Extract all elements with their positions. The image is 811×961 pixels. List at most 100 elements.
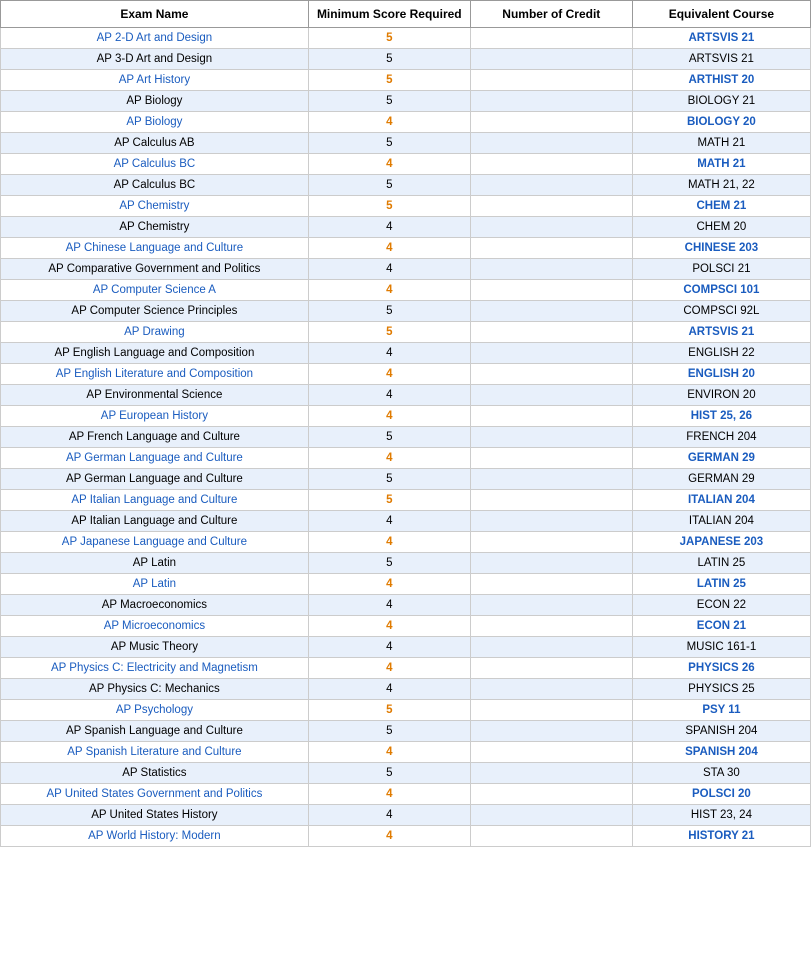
num-credit-cell <box>470 490 632 511</box>
exam-link[interactable]: AP Japanese Language and Culture <box>62 536 247 548</box>
num-credit-cell <box>470 343 632 364</box>
min-score-cell: 4 <box>308 595 470 616</box>
num-credit-cell <box>470 196 632 217</box>
equiv-course-cell: PHYSICS 26 <box>632 658 810 679</box>
num-credit-cell <box>470 217 632 238</box>
min-score-cell: 5 <box>308 469 470 490</box>
equiv-course-cell: MATH 21 <box>632 154 810 175</box>
table-row: AP Physics C: Electricity and Magnetism <box>1 658 309 679</box>
equiv-course-cell: ECON 21 <box>632 616 810 637</box>
exam-link[interactable]: AP German Language and Culture <box>66 452 243 464</box>
equiv-course-cell: SPANISH 204 <box>632 721 810 742</box>
min-score-cell: 5 <box>308 70 470 91</box>
table-row: AP Latin <box>1 574 309 595</box>
table-row: AP Latin <box>1 553 309 574</box>
exam-link[interactable]: AP English Literature and Composition <box>56 368 253 380</box>
num-credit-cell <box>470 553 632 574</box>
table-row: AP Music Theory <box>1 637 309 658</box>
exam-link[interactable]: AP 2-D Art and Design <box>97 32 213 44</box>
exam-link[interactable]: AP Calculus BC <box>114 158 196 170</box>
num-credit-cell <box>470 574 632 595</box>
table-row: AP Computer Science Principles <box>1 301 309 322</box>
min-score-cell: 5 <box>308 49 470 70</box>
equiv-course-cell: ARTSVIS 21 <box>632 322 810 343</box>
equiv-course-cell: MUSIC 161-1 <box>632 637 810 658</box>
equiv-course-cell: MATH 21, 22 <box>632 175 810 196</box>
min-score-cell: 4 <box>308 343 470 364</box>
num-credit-cell <box>470 259 632 280</box>
min-score-cell: 4 <box>308 784 470 805</box>
exam-link[interactable]: AP Microeconomics <box>104 620 205 632</box>
table-row: AP United States Government and Politics <box>1 784 309 805</box>
num-credit-cell <box>470 721 632 742</box>
min-score-cell: 5 <box>308 301 470 322</box>
header-num-credit: Number of Credit <box>470 1 632 28</box>
exam-link[interactable]: AP United States Government and Politics <box>46 788 262 800</box>
table-row: AP Drawing <box>1 322 309 343</box>
equiv-course-cell: ITALIAN 204 <box>632 490 810 511</box>
equiv-course-cell: JAPANESE 203 <box>632 532 810 553</box>
num-credit-cell <box>470 595 632 616</box>
exam-link[interactable]: AP Psychology <box>116 704 193 716</box>
min-score-cell: 5 <box>308 175 470 196</box>
table-row: AP Japanese Language and Culture <box>1 532 309 553</box>
min-score-cell: 5 <box>308 28 470 49</box>
exam-link[interactable]: AP Chinese Language and Culture <box>66 242 244 254</box>
table-row: AP English Language and Composition <box>1 343 309 364</box>
num-credit-cell <box>470 322 632 343</box>
min-score-cell: 4 <box>308 259 470 280</box>
num-credit-cell <box>470 91 632 112</box>
num-credit-cell <box>470 469 632 490</box>
table-row: AP French Language and Culture <box>1 427 309 448</box>
exam-link[interactable]: AP Art History <box>119 74 190 86</box>
equiv-course-cell: POLSCI 21 <box>632 259 810 280</box>
min-score-cell: 4 <box>308 280 470 301</box>
min-score-cell: 5 <box>308 91 470 112</box>
table-row: AP Chemistry <box>1 217 309 238</box>
table-row: AP Physics C: Mechanics <box>1 679 309 700</box>
table-row: AP Biology <box>1 91 309 112</box>
header-equiv-course: Equivalent Course <box>632 1 810 28</box>
num-credit-cell <box>470 511 632 532</box>
header-exam-name: Exam Name <box>1 1 309 28</box>
equiv-course-cell: ARTHIST 20 <box>632 70 810 91</box>
equiv-course-cell: BIOLOGY 21 <box>632 91 810 112</box>
min-score-cell: 5 <box>308 700 470 721</box>
equiv-course-cell: PSY 11 <box>632 700 810 721</box>
num-credit-cell <box>470 637 632 658</box>
exam-link[interactable]: AP European History <box>101 410 208 422</box>
num-credit-cell <box>470 427 632 448</box>
exam-link[interactable]: AP Latin <box>133 578 176 590</box>
exam-link[interactable]: AP Italian Language and Culture <box>71 494 237 506</box>
num-credit-cell <box>470 805 632 826</box>
min-score-cell: 4 <box>308 364 470 385</box>
table-row: AP Calculus BC <box>1 175 309 196</box>
min-score-cell: 4 <box>308 154 470 175</box>
min-score-cell: 4 <box>308 679 470 700</box>
num-credit-cell <box>470 700 632 721</box>
min-score-cell: 4 <box>308 826 470 847</box>
min-score-cell: 4 <box>308 805 470 826</box>
num-credit-cell <box>470 679 632 700</box>
table-row: AP Calculus AB <box>1 133 309 154</box>
min-score-cell: 5 <box>308 196 470 217</box>
num-credit-cell <box>470 658 632 679</box>
equiv-course-cell: HISTORY 21 <box>632 826 810 847</box>
equiv-course-cell: COMPSCI 101 <box>632 280 810 301</box>
exam-link[interactable]: AP Computer Science A <box>93 284 216 296</box>
table-row: AP 2-D Art and Design <box>1 28 309 49</box>
exam-link[interactable]: AP Biology <box>126 116 182 128</box>
min-score-cell: 5 <box>308 763 470 784</box>
exam-link[interactable]: AP Chemistry <box>119 200 189 212</box>
exam-link[interactable]: AP Spanish Literature and Culture <box>67 746 241 758</box>
exam-link[interactable]: AP Physics C: Electricity and Magnetism <box>51 662 258 674</box>
equiv-course-cell: MATH 21 <box>632 133 810 154</box>
exam-link[interactable]: AP World History: Modern <box>88 830 221 842</box>
equiv-course-cell: POLSCI 20 <box>632 784 810 805</box>
min-score-cell: 4 <box>308 616 470 637</box>
table-row: AP Chemistry <box>1 196 309 217</box>
exam-link[interactable]: AP Drawing <box>124 326 185 338</box>
min-score-cell: 4 <box>308 406 470 427</box>
table-row: AP Italian Language and Culture <box>1 490 309 511</box>
equiv-course-cell: PHYSICS 25 <box>632 679 810 700</box>
